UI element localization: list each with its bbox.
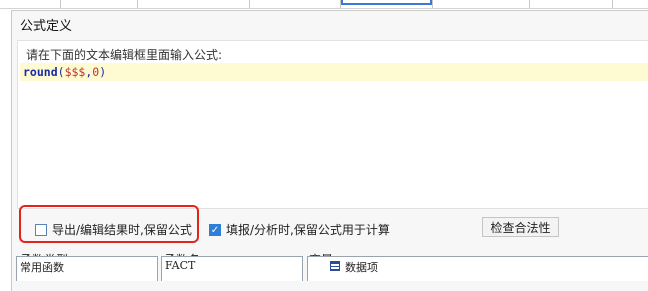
variable-list[interactable]: 数据项 bbox=[307, 256, 648, 281]
formula-function: round bbox=[23, 65, 58, 79]
fill-keep-formula-checkbox[interactable]: ✓ bbox=[209, 223, 221, 236]
function-name-item[interactable]: FACT bbox=[165, 259, 195, 272]
formula-text: round($$$,0) bbox=[23, 65, 106, 79]
formula-paren-close: ) bbox=[99, 65, 107, 79]
editor-prompt: 请在下面的文本编辑框里面输入公式: bbox=[26, 48, 223, 62]
grid-line bbox=[60, 0, 61, 8]
formula-paren-open: ( bbox=[57, 65, 65, 79]
grid-line bbox=[432, 0, 433, 8]
variable-item[interactable]: 数据项 bbox=[345, 259, 378, 275]
dialog-title: 公式定义 bbox=[20, 19, 73, 34]
selected-cell bbox=[341, 0, 432, 5]
check-validity-button[interactable]: 检查合法性 bbox=[482, 217, 559, 237]
grid-line bbox=[0, 8, 648, 9]
fill-keep-formula-label: 填报/分析时,保留公式用于计算 bbox=[226, 223, 390, 237]
formula-variable: $$$ bbox=[64, 65, 86, 79]
function-name-list[interactable]: FACT bbox=[161, 256, 303, 281]
export-keep-formula-option[interactable]: 导出/编辑结果时,保留公式 bbox=[35, 221, 192, 238]
function-type-item[interactable]: 常用函数 bbox=[20, 259, 64, 275]
grid-line bbox=[249, 0, 250, 8]
grid-line bbox=[137, 0, 138, 8]
formula-editor-panel[interactable]: 请在下面的文本编辑框里面输入公式: round($$$,0) bbox=[17, 40, 648, 209]
formula-input[interactable]: round($$$,0) bbox=[20, 63, 648, 81]
grid-line bbox=[529, 0, 530, 8]
fill-keep-formula-option[interactable]: ✓ 填报/分析时,保留公式用于计算 bbox=[209, 221, 390, 238]
export-keep-formula-label: 导出/编辑结果时,保留公式 bbox=[52, 223, 192, 237]
function-type-list[interactable]: 常用函数 bbox=[16, 256, 158, 281]
database-icon bbox=[330, 261, 340, 271]
formula-dialog: 公式定义 请在下面的文本编辑框里面输入公式: round($$$,0) 导出/编… bbox=[11, 10, 648, 291]
grid-line bbox=[612, 0, 613, 8]
export-keep-formula-checkbox[interactable] bbox=[35, 223, 47, 236]
